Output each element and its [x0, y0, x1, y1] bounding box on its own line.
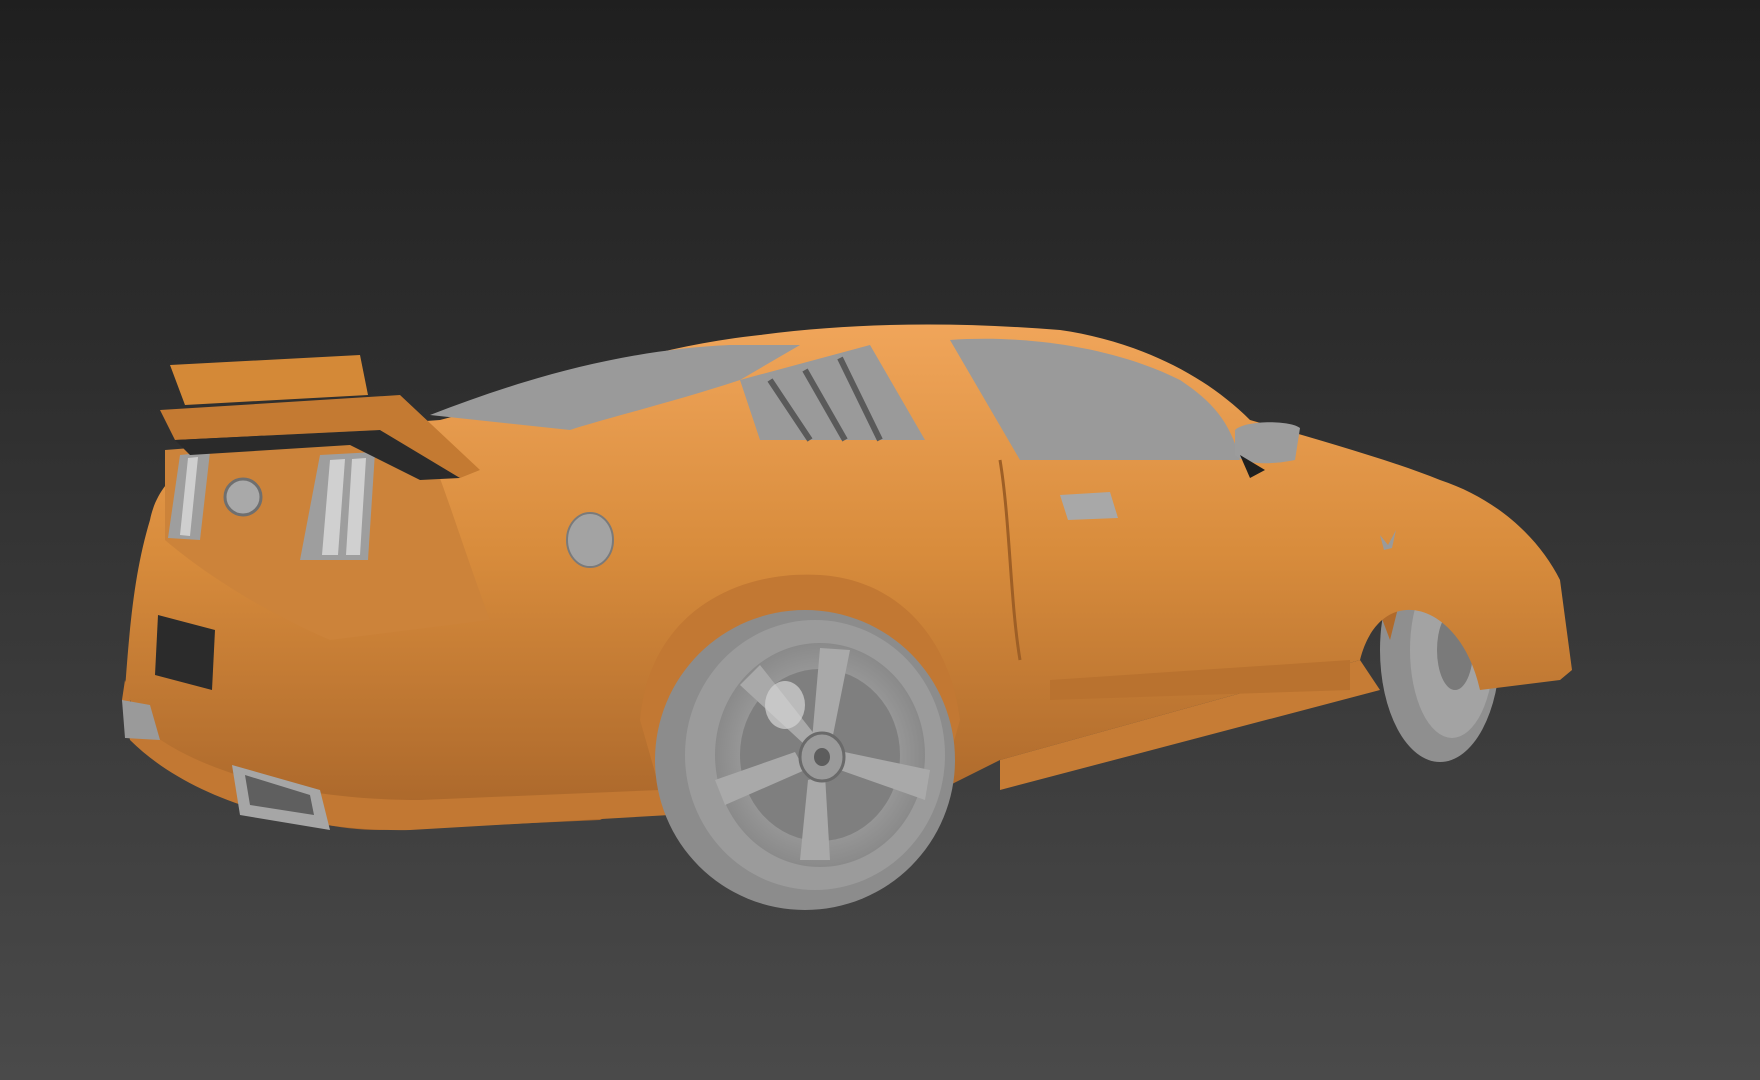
rear-wheel [655, 610, 955, 910]
viewport-scene[interactable] [0, 0, 1760, 1080]
rear-emblem [223, 477, 263, 517]
brake-caliper [765, 681, 805, 729]
3d-viewport[interactable] [0, 0, 1760, 1080]
door-handle [1060, 492, 1118, 520]
fuel-cap [566, 512, 614, 568]
